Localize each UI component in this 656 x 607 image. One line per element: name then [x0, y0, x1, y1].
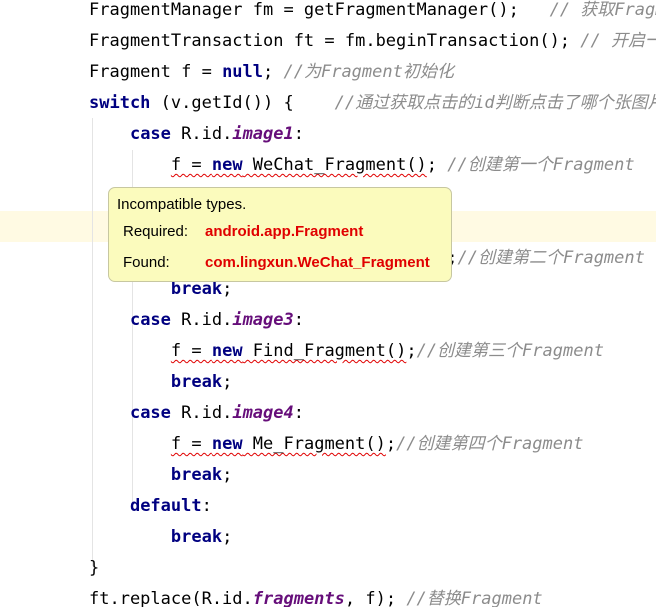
code-token: null [222, 62, 264, 82]
code-token: new [211, 155, 243, 175]
code-token: image3 [232, 310, 294, 330]
code-token: ; [222, 372, 233, 392]
code-token: Me_Fragment() [242, 434, 386, 454]
code-line: break; [89, 367, 232, 398]
tooltip-title: Incompatible types. [117, 196, 247, 213]
code-line: f = new Me_Fragment();//创建第四个Fragment [89, 429, 584, 460]
code-token: ; [222, 279, 233, 299]
code-token: case [129, 310, 171, 330]
code-token: Fragment f = [89, 62, 223, 82]
code-token: //创建第四个Fragment [396, 434, 584, 454]
code-token: ; [263, 62, 284, 82]
code-token: FragmentTransaction ft = fm.beginTransac… [89, 31, 571, 51]
code-token: // 获取FragmentManager [549, 0, 656, 20]
code-token: switch [89, 93, 151, 113]
code-token: ; [406, 341, 417, 361]
code-token: fragments [252, 589, 345, 607]
code-token: //通过获取点击的id判断点击了哪个张图片 [293, 93, 656, 113]
code-token: //为Fragment初始化 [283, 62, 454, 82]
code-token: ; [222, 527, 233, 547]
code-line: FragmentTransaction ft = fm.beginTransac… [89, 26, 656, 57]
tooltip-required-label: Required: [123, 223, 189, 240]
code-line: f = new Find_Fragment();//创建第三个Fragment [89, 336, 604, 367]
code-line: f = new WeChat_Fragment(); //创建第一个Fragme… [89, 150, 635, 181]
code-token: : [293, 310, 304, 330]
code-token: , f); [344, 589, 407, 607]
code-token: //创建第二个Fragment [457, 248, 645, 268]
code-token: ft.replace(R.id. [89, 589, 253, 607]
code-token: new [211, 341, 243, 361]
code-token: case [129, 124, 171, 144]
code-token: break [170, 465, 223, 485]
code-token: ; [385, 434, 397, 454]
code-token: ; [426, 155, 448, 175]
code-token: R.id. [170, 124, 233, 144]
code-line: break; [89, 522, 232, 553]
code-line: switch (v.getId()) { //通过获取点击的id判断点击了哪个张… [89, 88, 656, 119]
code-token: new [211, 434, 243, 454]
code-token: FragmentManager fm = getFragmentManager(… [89, 0, 519, 20]
code-token: R.id. [170, 403, 233, 423]
code-line: FragmentManager fm = getFragmentManager(… [89, 0, 656, 26]
code-token: R.id. [170, 310, 233, 330]
code-token: } [89, 558, 100, 578]
error-tooltip: Incompatible types. Required: android.ap… [108, 187, 452, 282]
code-token: image1 [232, 124, 294, 144]
code-token: ; [222, 465, 233, 485]
code-token: break [170, 372, 223, 392]
code-token: f = [170, 434, 212, 454]
code-token: (v.getId()) { [150, 93, 294, 113]
code-line: default: [89, 491, 212, 522]
code-token: //替换Fragment [406, 589, 543, 607]
code-token: // 开启一个事务 [580, 31, 656, 51]
code-token: default [129, 496, 202, 516]
tooltip-found-label: Found: [123, 254, 170, 271]
code-token: : [293, 403, 304, 423]
code-token: WeChat_Fragment() [242, 155, 427, 175]
tooltip-found-value: com.lingxun.WeChat_Fragment [205, 254, 430, 271]
tooltip-required-value: android.app.Fragment [205, 223, 364, 240]
code-token: break [170, 279, 223, 299]
code-line: case R.id.image1: [89, 119, 304, 150]
code-token: //创建第一个Fragment [447, 155, 635, 175]
code-line: Fragment f = null; //为Fragment初始化 [89, 57, 454, 88]
code-line: ft.replace(R.id.fragments, f); //替换Fragm… [89, 584, 543, 607]
code-token: : [201, 496, 212, 516]
code-line: case R.id.image4: [89, 398, 304, 429]
code-token: break [170, 527, 223, 547]
code-token: f = [170, 341, 212, 361]
code-token: //创建第三个Fragment [416, 341, 604, 361]
code-token: image4 [232, 403, 294, 423]
code-token: Find_Fragment() [242, 341, 407, 361]
code-line: break; [89, 460, 232, 491]
code-line: } [89, 553, 99, 584]
code-token: : [293, 124, 304, 144]
code-token: f = [170, 155, 212, 175]
code-token: case [129, 403, 171, 423]
code-line: case R.id.image3: [89, 305, 304, 336]
code-editor[interactable]: FragmentManager fm = getFragmentManager(… [0, 0, 656, 607]
